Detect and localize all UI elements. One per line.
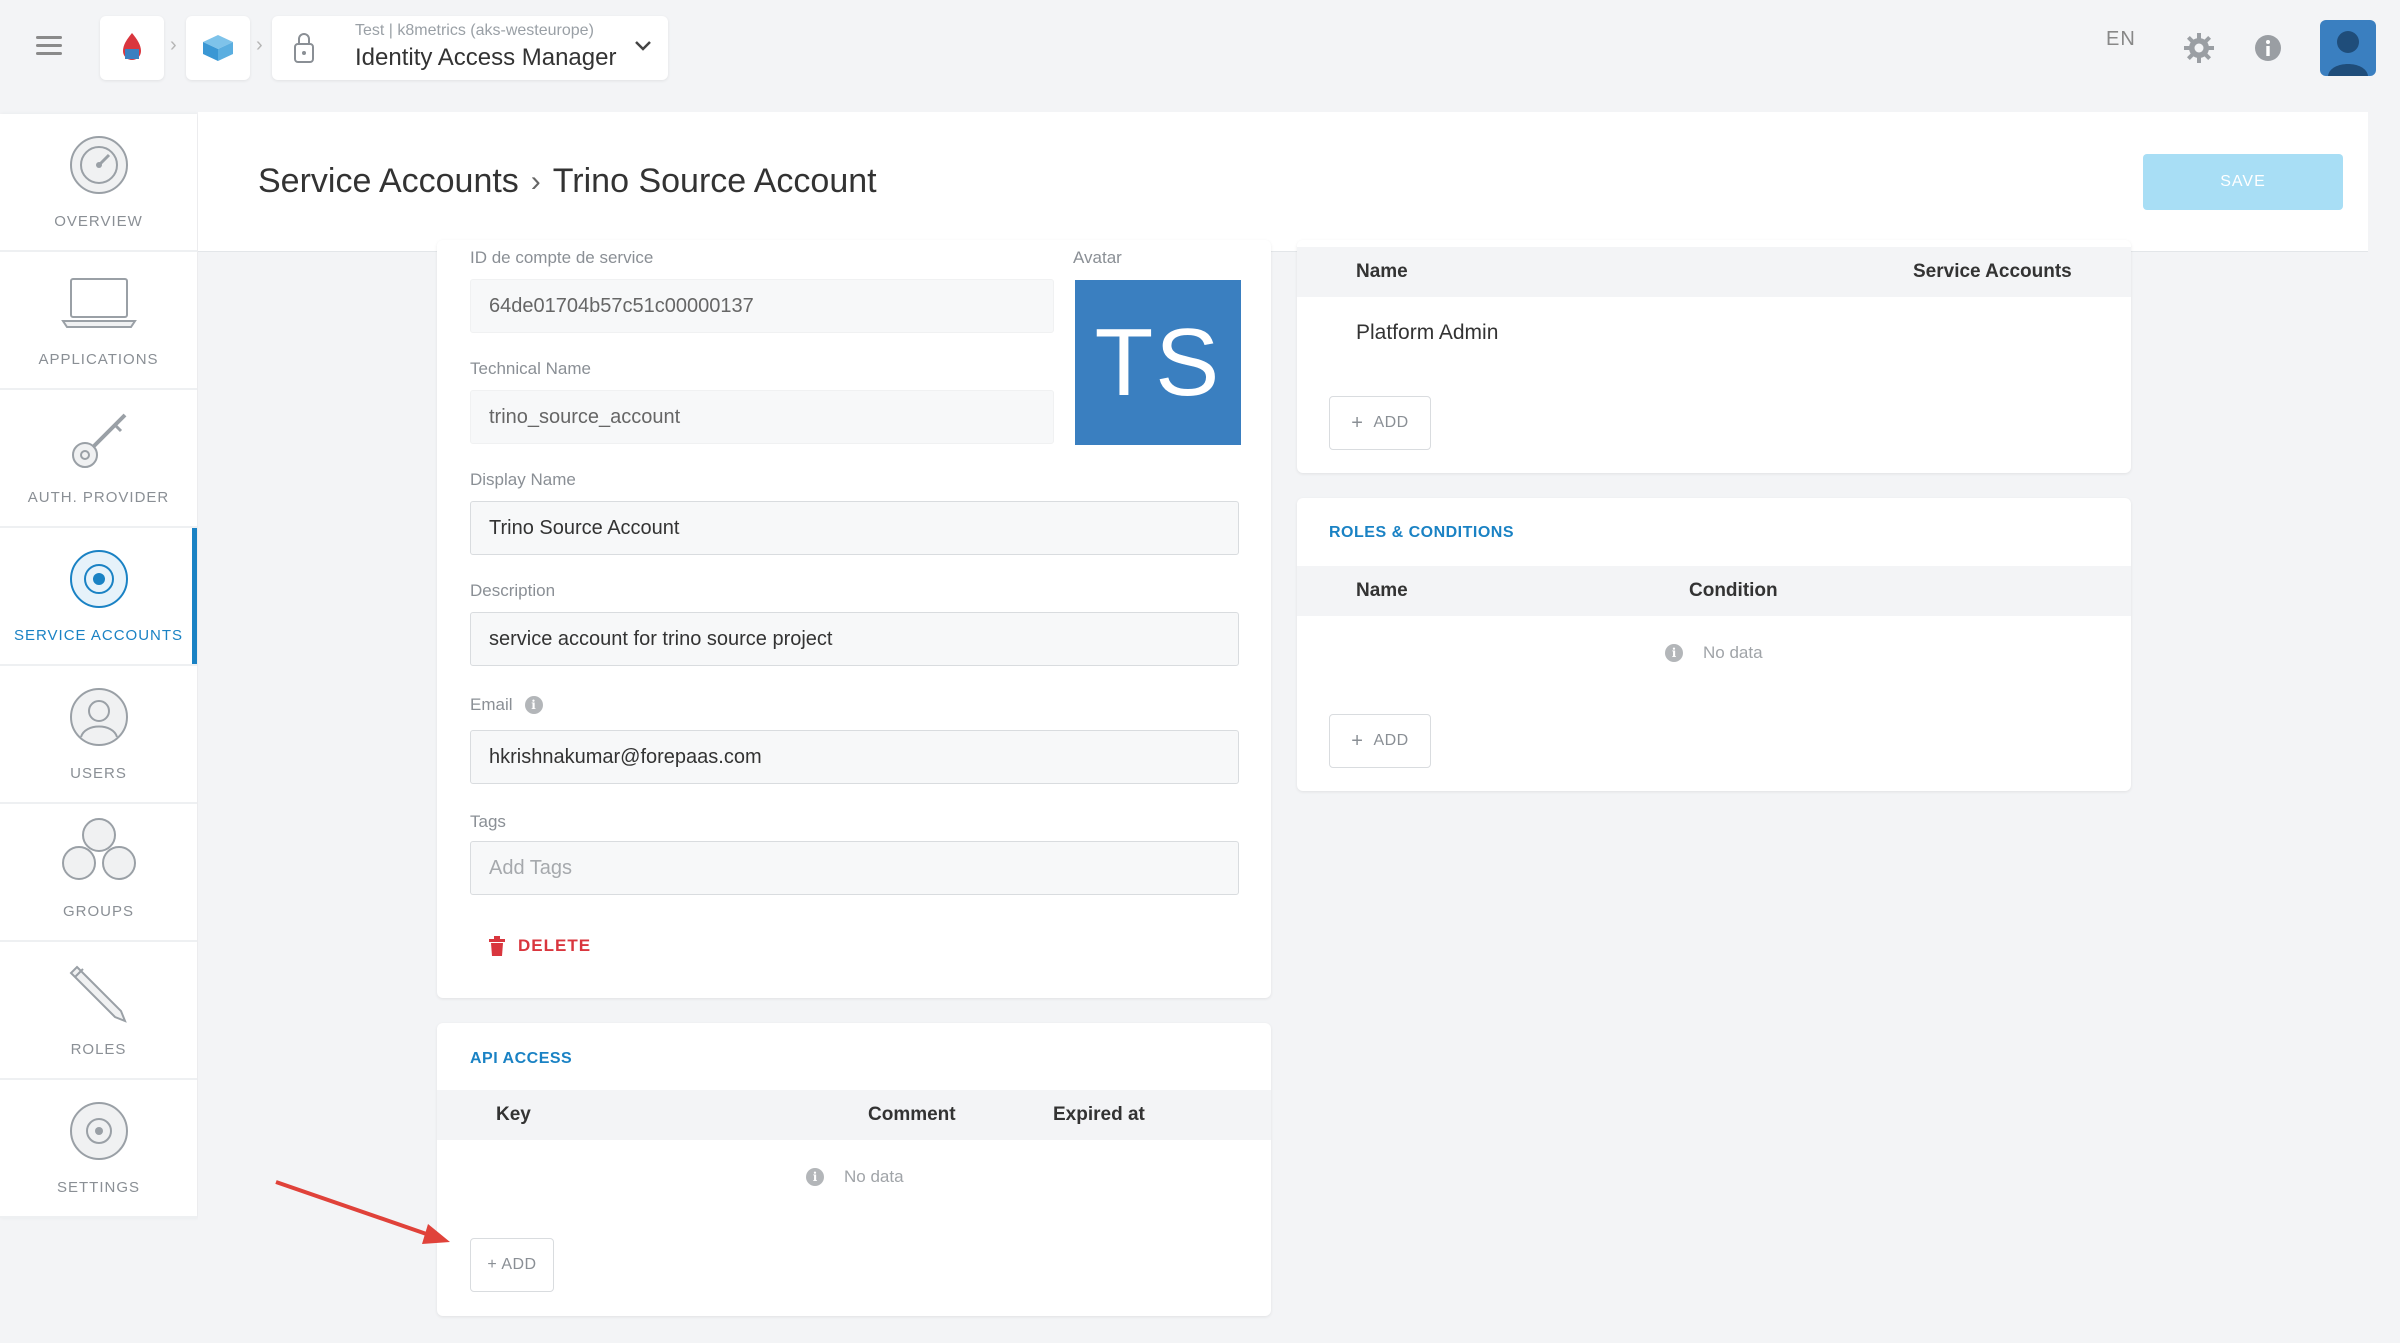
no-data-text: No data <box>844 1167 904 1186</box>
description-field[interactable]: service account for trino source project <box>470 612 1239 666</box>
gear-icon[interactable] <box>2183 32 2215 64</box>
gear-icon <box>69 1102 128 1160</box>
column-header-service-accounts[interactable]: Service Accounts <box>1913 261 2072 283</box>
info-icon: i <box>806 1168 824 1186</box>
sidebar-item-label: OVERVIEW <box>54 213 143 230</box>
sidebar-item-users[interactable]: USERS <box>0 666 197 804</box>
api-access-title: API ACCESS <box>470 1050 573 1067</box>
column-header-comment[interactable]: Comment <box>868 1104 956 1126</box>
sidebar: OVERVIEW APPLICATIONS AUTH. PROVIDER SER… <box>0 114 197 1218</box>
email-label: Email <box>470 695 513 714</box>
app-switcher-title: Identity Access Manager <box>355 44 617 71</box>
avatar-label: Avatar <box>1073 248 1122 267</box>
email-label-row: Email i <box>470 695 543 715</box>
column-header-name[interactable]: Name <box>1356 580 1408 602</box>
sidebar-item-settings[interactable]: SETTINGS <box>0 1080 197 1218</box>
annotation-arrow-icon <box>275 1180 450 1244</box>
id-field: 64de01704b57c51c00000137 <box>470 279 1054 333</box>
menu-icon[interactable] <box>36 36 62 58</box>
sidebar-item-label: USERS <box>70 765 127 782</box>
roles-add-button[interactable]: + ADD <box>1329 714 1431 768</box>
app-switcher-text: Test | k8metrics (aks-westeurope) Identi… <box>355 22 616 72</box>
api-access-empty-state: i No data <box>806 1167 904 1187</box>
tags-label: Tags <box>470 812 506 831</box>
add-label: ADD <box>1373 732 1409 749</box>
description-label: Description <box>470 581 556 600</box>
plus-icon: + <box>1351 729 1364 752</box>
key-icon <box>71 413 126 468</box>
plus-icon: + <box>1351 411 1364 434</box>
chevron-down-icon[interactable] <box>634 40 652 52</box>
user-avatar-icon <box>2328 31 2368 76</box>
lock-icon <box>294 33 314 63</box>
page-title: Trino Source Account <box>552 162 877 200</box>
sidebar-item-roles[interactable]: ROLES <box>0 942 197 1080</box>
sidebar-item-label: SERVICE ACCOUNTS <box>13 627 184 644</box>
info-icon[interactable] <box>2254 34 2282 62</box>
chevron-right-icon: › <box>530 164 541 198</box>
top-bar: › › Test | k8metrics (aks-westeurope) Id… <box>0 0 2400 96</box>
roles-conditions-title: ROLES & CONDITIONS <box>1329 524 1515 541</box>
project-button[interactable] <box>186 16 250 80</box>
sidebar-item-applications[interactable]: APPLICATIONS <box>0 252 197 390</box>
technical-name-field: trino_source_account <box>470 390 1054 444</box>
display-name-field[interactable]: Trino Source Account <box>470 501 1239 555</box>
tags-input[interactable]: Add Tags <box>470 841 1239 895</box>
breadcrumb-parent[interactable]: Service Accounts <box>258 162 519 201</box>
breadcrumb: Service Accounts › Trino Source Account <box>258 162 877 201</box>
delete-label: DELETE <box>518 936 592 955</box>
column-header-name[interactable]: Name <box>1356 261 1408 283</box>
user-avatar[interactable] <box>2320 20 2376 76</box>
gauge-icon <box>69 136 128 194</box>
page-header: Service Accounts › Trino Source Account … <box>198 112 2368 252</box>
groups-icon <box>61 818 136 880</box>
api-access-table-header: Key Comment Expired at <box>437 1090 1271 1140</box>
sidebar-item-label: GROUPS <box>62 903 134 920</box>
sidebar-item-auth-provider[interactable]: AUTH. PROVIDER <box>0 390 197 528</box>
laptop-icon <box>60 278 137 328</box>
trash-icon <box>489 936 505 956</box>
breadcrumb-separator: › <box>170 34 177 56</box>
display-name-label: Display Name <box>470 470 576 489</box>
sidebar-item-service-accounts[interactable]: SERVICE ACCOUNTS <box>0 528 197 666</box>
sidebar-item-label: SETTINGS <box>56 1179 140 1196</box>
technical-name-label: Technical Name <box>470 359 591 378</box>
info-icon[interactable]: i <box>524 696 543 714</box>
no-data-text: No data <box>1703 643 1763 662</box>
service-account-avatar[interactable]: TS <box>1075 280 1241 445</box>
sidebar-item-label: AUTH. PROVIDER <box>27 489 170 506</box>
id-label: ID de compte de service <box>470 248 654 267</box>
groups-add-button[interactable]: + ADD <box>1329 396 1431 450</box>
app-switcher-subtitle: Test | k8metrics (aks-westeurope) <box>355 22 594 39</box>
roles-table-header: Name Condition <box>1297 566 2131 616</box>
sidebar-item-overview[interactable]: OVERVIEW <box>0 114 197 252</box>
user-icon <box>69 688 128 746</box>
roles-empty-state: i No data <box>1665 643 1763 663</box>
email-field[interactable]: hkrishnakumar@forepaas.com <box>470 730 1239 784</box>
pencil-icon <box>69 965 127 1023</box>
delete-button[interactable]: DELETE <box>488 936 591 956</box>
add-label: ADD <box>1373 414 1409 431</box>
cube-icon <box>203 35 233 61</box>
language-selector[interactable]: EN <box>2106 28 2136 51</box>
service-accounts-icon <box>69 550 128 608</box>
column-header-expired-at[interactable]: Expired at <box>1053 1104 1145 1126</box>
info-icon: i <box>1665 644 1683 662</box>
save-button[interactable]: SAVE <box>2143 154 2343 210</box>
sidebar-item-groups[interactable]: GROUPS <box>0 804 197 942</box>
forepaas-logo-icon <box>123 33 141 60</box>
api-access-add-button[interactable]: + ADD <box>470 1238 554 1292</box>
column-header-condition[interactable]: Condition <box>1689 580 1778 602</box>
sidebar-item-label: APPLICATIONS <box>38 351 159 368</box>
sidebar-item-label: ROLES <box>70 1041 127 1058</box>
home-app-button[interactable] <box>100 16 164 80</box>
breadcrumb-separator: › <box>256 34 263 56</box>
group-row-name[interactable]: Platform Admin <box>1356 321 1498 345</box>
column-header-key[interactable]: Key <box>496 1104 531 1126</box>
groups-table-header: Name Service Accounts <box>1297 247 2131 297</box>
